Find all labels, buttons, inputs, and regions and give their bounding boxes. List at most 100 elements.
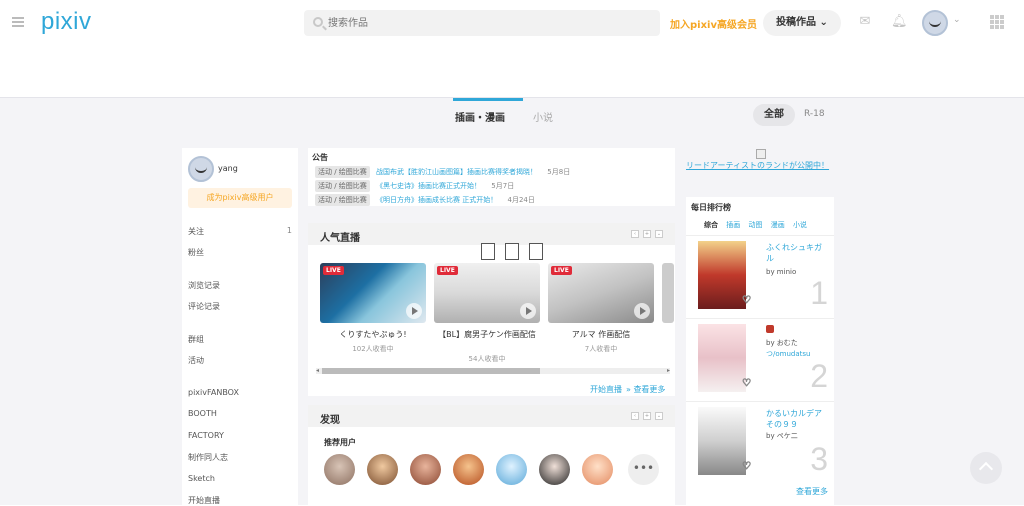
announcement-row[interactable]: 活动 / 绘图比赛 《黑七史诗》插画比赛正式开始！ 5月7日 (315, 180, 514, 192)
recommended-user-avatar[interactable] (453, 454, 484, 485)
start-live-link[interactable]: 开始直播 (590, 384, 622, 395)
banner-link[interactable]: リードアーティストのランドが公開中！ (686, 160, 829, 171)
tab-illust-manga[interactable]: 插画・漫画 (455, 109, 505, 124)
recommended-user-avatar[interactable] (496, 454, 527, 485)
chevron-left-icon[interactable]: ‹ (631, 230, 639, 238)
announcement-link[interactable]: 战国布武【胜豹江山画图篇】插画比赛得奖者揭晓！ (376, 168, 537, 176)
tab-novel[interactable]: 小说 (533, 109, 553, 124)
recommended-users-label: 推荐用户 (324, 438, 356, 447)
ranking-author[interactable]: by ペケ二 (766, 431, 798, 441)
filter-all-button[interactable]: 全部 (753, 104, 795, 126)
search-box[interactable] (304, 10, 660, 36)
post-work-button[interactable]: 投稿作品 ⌄ (763, 10, 841, 36)
recommended-user-avatar[interactable] (410, 454, 441, 485)
ranking-item[interactable]: ♡ かるいカルデアその９９ by ペケ二 3 (686, 401, 834, 481)
section-header: 人气直播 ‹ + ⌄ (308, 223, 675, 245)
chevron-left-icon[interactable]: ‹ (631, 412, 639, 420)
more-users-button[interactable]: ••• (628, 454, 659, 485)
ranking-tab-manga[interactable]: 漫画 (771, 221, 785, 229)
sidebar-item-groups[interactable]: 群组 (188, 334, 204, 345)
sidebar-item-doujin[interactable]: 制作同人志 (188, 452, 228, 463)
heart-icon[interactable]: ♡ (742, 295, 754, 306)
heart-icon[interactable]: ♡ (742, 461, 754, 472)
sidebar-item-comments[interactable]: 评论记录 (188, 301, 220, 312)
recommended-user-avatar[interactable] (582, 454, 613, 485)
ranking-thumbnail[interactable] (698, 324, 746, 392)
play-icon (634, 303, 650, 319)
more-live-link[interactable]: » 查看更多 (626, 384, 665, 395)
announcement-link[interactable]: 《黑七史诗》插画比赛正式开始！ (376, 182, 481, 190)
sidebar-item-fanbox[interactable]: pixivFANBOX (188, 388, 239, 397)
ranking-work-title[interactable]: ふくれシュキガル (766, 242, 826, 264)
sidebar-item-followers[interactable]: 粉丝 (188, 247, 204, 258)
ranking-tab-illust[interactable]: 插画 (726, 221, 740, 229)
discover-card: 发现 ‹ + ⌄ 推荐用户 ••• (308, 405, 675, 505)
announcement-row[interactable]: 活动 / 绘图比赛 战国布武【胜豹江山画图篇】插画比赛得奖者揭晓！ 5月8日 (315, 166, 570, 178)
ranking-thumbnail[interactable] (698, 407, 746, 475)
left-sidebar: yang 成为pixiv高级用户 关注 1 粉丝 浏览记录 评论记录 群组 活动… (182, 148, 298, 505)
sidebar-username[interactable]: yang (218, 164, 238, 173)
horizontal-scrollbar[interactable]: ◂ ▸ (316, 368, 670, 374)
mail-icon[interactable]: ✉ (858, 15, 872, 29)
recommended-user-avatar[interactable] (539, 454, 570, 485)
play-icon (520, 303, 536, 319)
user-avatar[interactable] (922, 10, 948, 36)
ranking-author[interactable]: by minio (766, 268, 796, 276)
sidebar-item-sketch[interactable]: Sketch (188, 474, 215, 483)
ranking-thumbnail[interactable] (698, 241, 746, 309)
filter-r18-button[interactable]: R-18 (804, 109, 825, 119)
ranking-item[interactable]: ♡ by おむた つ/omudatsu 2 (686, 318, 834, 398)
chevron-down-icon[interactable]: ⌄ (655, 412, 663, 420)
chevron-down-icon[interactable]: ⌄ (655, 230, 663, 238)
ranking-more-link[interactable]: 查看更多 (796, 486, 828, 497)
announcement-tag: 活动 / 绘图比赛 (315, 166, 370, 178)
sidebar-item-history[interactable]: 浏览记录 (188, 280, 220, 291)
section-header: 发现 ‹ + ⌄ (308, 405, 675, 427)
author-avatar[interactable] (766, 325, 774, 333)
live-stream-name[interactable]: アルマ 作画配信 (546, 329, 656, 340)
pixiv-logo[interactable]: pixiv (41, 8, 92, 36)
chevron-down-icon[interactable]: ⌄ (953, 15, 961, 25)
live-stream-name[interactable]: くりすたやぷゅう! (318, 329, 428, 340)
apps-grid-icon[interactable] (990, 15, 1004, 29)
ranking-work-title[interactable]: かるいカルデアその９９ (766, 408, 826, 430)
premium-link[interactable]: 加入pixiv高级会员 (670, 16, 757, 31)
sidebar-item-following[interactable]: 关注 (188, 226, 204, 237)
sidebar-item-events[interactable]: 活动 (188, 355, 204, 366)
scrollbar-thumb[interactable] (322, 368, 540, 374)
heart-icon[interactable]: ♡ (742, 378, 754, 389)
ranking-tab-novel[interactable]: 小说 (793, 221, 807, 229)
live-stream-thumbnail[interactable]: LIVE (548, 263, 654, 323)
announcement-link[interactable]: 《明日方舟》插画成长比赛 正式开始！ (376, 196, 497, 204)
bell-icon[interactable]: 🔔︎ (891, 15, 908, 29)
sidebar-item-booth[interactable]: BOOTH (188, 409, 217, 418)
scroll-to-top-button[interactable] (970, 452, 1002, 484)
daily-ranking-card: 每日排行榜 综合 插画 动图 漫画 小说 ♡ ふくれシュキガル by minio… (686, 197, 834, 505)
hamburger-menu-icon[interactable] (12, 17, 24, 27)
sidebar-item-start-live[interactable]: 开始直播 (188, 495, 220, 506)
plus-icon[interactable]: + (643, 412, 651, 420)
recommended-user-avatar[interactable] (367, 454, 398, 485)
scroll-right-icon[interactable]: ▸ (667, 368, 670, 374)
live-viewer-count: 7人收看中 (584, 345, 618, 353)
live-stream-name[interactable]: 【BL】腐男子ケン作画配信 (432, 329, 542, 340)
sidebar-item-factory[interactable]: FACTORY (188, 431, 224, 440)
live-stream-thumbnail[interactable] (662, 263, 674, 323)
ranking-author[interactable]: by おむた (766, 338, 798, 348)
announcement-row[interactable]: 活动 / 绘图比赛 《明日方舟》插画成长比赛 正式开始！ 4月24日 (315, 194, 535, 206)
live-badge: LIVE (437, 266, 458, 275)
live-stream-thumbnail[interactable]: LIVE (320, 263, 426, 323)
ranking-author-id[interactable]: つ/omudatsu (766, 349, 810, 359)
live-stream-thumbnail[interactable]: LIVE (434, 263, 540, 323)
ranking-tab-overall[interactable]: 综合 (704, 221, 718, 229)
ranking-tab-ugoira[interactable]: 动图 (748, 221, 762, 229)
scroll-left-icon[interactable]: ◂ (316, 368, 319, 374)
premium-cta-button[interactable]: 成为pixiv高级用户 (188, 188, 292, 208)
plus-icon[interactable]: + (643, 230, 651, 238)
broken-image-icon[interactable] (756, 149, 766, 159)
ranking-item[interactable]: ♡ ふくれシュキガル by minio 1 (686, 235, 834, 315)
recommended-user-avatar[interactable] (324, 454, 355, 485)
sidebar-avatar[interactable] (188, 156, 214, 182)
announcement-tag: 活动 / 绘图比赛 (315, 194, 370, 206)
search-input[interactable] (328, 14, 628, 32)
